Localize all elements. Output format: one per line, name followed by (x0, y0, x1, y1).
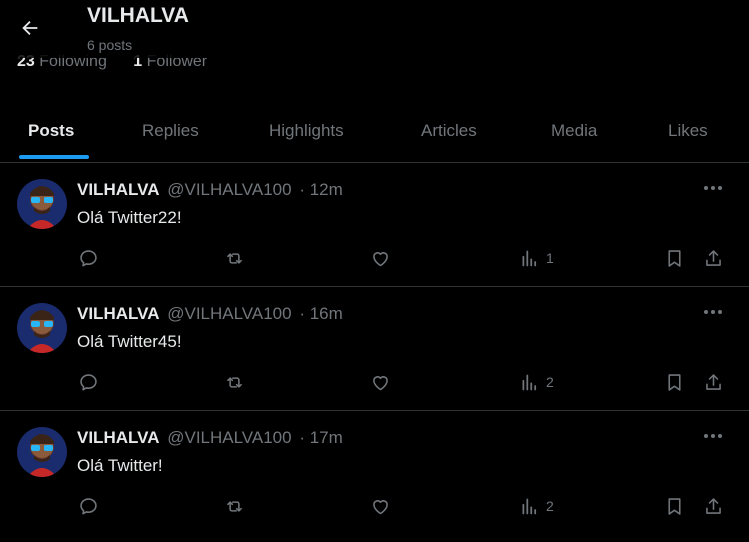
views-icon (522, 250, 537, 266)
back-button[interactable] (14, 12, 46, 44)
post-text: Olá Twitter45! (77, 332, 182, 351)
share-icon (706, 373, 721, 390)
like-button[interactable] (370, 247, 391, 269)
back-arrow-icon (22, 20, 38, 36)
reply-icon (80, 497, 97, 514)
repost-button[interactable] (224, 495, 245, 517)
post-header: VILHALVA @VILHALVA100 · 17m (77, 428, 343, 448)
author-name[interactable]: VILHALVA (77, 428, 159, 447)
more-icon (704, 434, 722, 438)
post-item[interactable]: VILHALVA @VILHALVA100 · 16m Olá Twitter4… (0, 287, 749, 411)
views-count: 1 (546, 250, 554, 266)
share-icon (706, 497, 721, 514)
bookmark-icon (668, 497, 681, 515)
post-text: Olá Twitter22! (77, 208, 182, 227)
share-button[interactable] (703, 495, 724, 517)
bookmark-icon (668, 249, 681, 267)
share-icon (706, 249, 721, 266)
bookmark-icon (668, 373, 681, 391)
views-button[interactable]: 2 (519, 371, 554, 393)
bookmark-button[interactable] (664, 495, 685, 517)
post-header: VILHALVA @VILHALVA100 · 16m (77, 304, 343, 324)
tab-likes[interactable]: Likes (668, 100, 708, 162)
views-count: 2 (546, 374, 554, 390)
more-button[interactable] (700, 302, 726, 322)
profile-title: VILHALVA (87, 4, 189, 27)
repost-button[interactable] (224, 371, 245, 393)
views-button[interactable]: 2 (519, 495, 554, 517)
repost-button[interactable] (224, 247, 245, 269)
avatar[interactable] (17, 303, 67, 353)
views-button[interactable]: 1 (519, 247, 554, 269)
views-count: 2 (546, 498, 554, 514)
avatar[interactable] (17, 179, 67, 229)
tab-posts[interactable]: Posts (28, 100, 74, 162)
post-text: Olá Twitter! (77, 456, 163, 475)
top-bar: VILHALVA 6 posts (0, 0, 749, 58)
reply-icon (80, 373, 97, 390)
views-icon (522, 498, 537, 514)
more-icon (704, 186, 722, 190)
reply-icon (80, 249, 97, 266)
reply-button[interactable] (78, 495, 99, 517)
tab-replies[interactable]: Replies (142, 100, 199, 162)
tab-media[interactable]: Media (551, 100, 597, 162)
post-time[interactable]: · 12m (299, 180, 342, 199)
profile-tabs: Posts Replies Highlights Articles Media … (0, 100, 749, 163)
share-button[interactable] (703, 371, 724, 393)
author-handle[interactable]: @VILHALVA100 (167, 304, 291, 323)
post-time[interactable]: · 16m (299, 304, 342, 323)
reply-button[interactable] (78, 247, 99, 269)
post-header: VILHALVA @VILHALVA100 · 12m (77, 180, 343, 200)
repost-icon (227, 500, 242, 512)
active-tab-indicator (19, 155, 89, 159)
repost-icon (227, 252, 242, 264)
more-icon (704, 310, 722, 314)
like-button[interactable] (370, 371, 391, 393)
tab-highlights[interactable]: Highlights (269, 100, 344, 162)
share-button[interactable] (703, 247, 724, 269)
author-handle[interactable]: @VILHALVA100 (167, 180, 291, 199)
like-icon (373, 375, 388, 390)
more-button[interactable] (700, 178, 726, 198)
reply-button[interactable] (78, 371, 99, 393)
tab-articles[interactable]: Articles (421, 100, 477, 162)
post-time[interactable]: · 17m (299, 428, 342, 447)
like-icon (373, 499, 388, 514)
post-item[interactable]: VILHALVA @VILHALVA100 · 17m Olá Twitter!… (0, 411, 749, 534)
bookmark-button[interactable] (664, 371, 685, 393)
post-item[interactable]: VILHALVA @VILHALVA100 · 12m Olá Twitter2… (0, 163, 749, 287)
post-count: 6 posts (87, 37, 133, 53)
avatar[interactable] (17, 427, 67, 477)
like-icon (373, 251, 388, 266)
author-name[interactable]: VILHALVA (77, 180, 159, 199)
views-icon (522, 374, 537, 390)
bookmark-button[interactable] (664, 247, 685, 269)
author-name[interactable]: VILHALVA (77, 304, 159, 323)
more-button[interactable] (700, 426, 726, 446)
repost-icon (227, 376, 242, 388)
like-button[interactable] (370, 495, 391, 517)
author-handle[interactable]: @VILHALVA100 (167, 428, 291, 447)
